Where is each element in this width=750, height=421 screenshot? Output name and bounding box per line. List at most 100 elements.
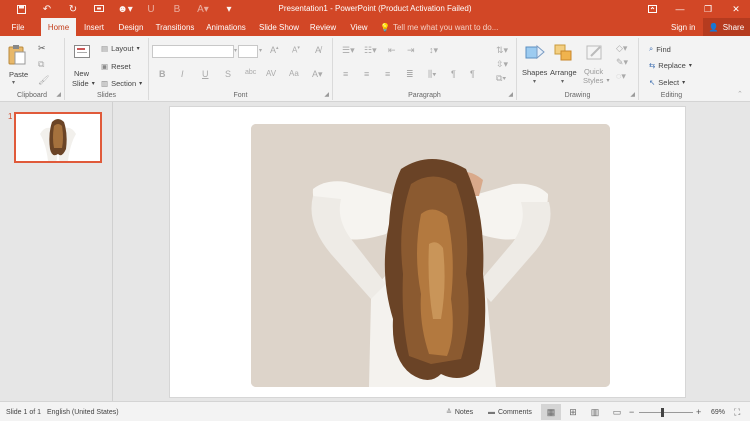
bullets-icon[interactable]: ☰▾ xyxy=(342,45,355,56)
arrange-dropdown-icon[interactable]: ▾ xyxy=(561,78,564,85)
minimize-icon[interactable]: — xyxy=(666,0,694,18)
comments-button[interactable]: ▬ Comments xyxy=(488,402,532,421)
tab-slide-show[interactable]: Slide Show xyxy=(257,18,301,36)
normal-view-icon[interactable]: ▦ xyxy=(541,404,561,420)
shapes-dropdown-icon[interactable]: ▾ xyxy=(533,78,536,85)
numbering-icon[interactable]: ☷▾ xyxy=(364,45,377,56)
find-button[interactable]: ⌕ Find xyxy=(649,44,671,54)
zoom-slider-thumb[interactable] xyxy=(660,408,664,417)
zoom-level[interactable]: 69% xyxy=(711,402,725,421)
slide-canvas[interactable] xyxy=(170,107,685,397)
increase-font-size-icon[interactable]: A▴ xyxy=(270,45,279,55)
shape-fill-icon[interactable]: ◇▾ xyxy=(616,43,627,54)
new-slide-icon[interactable] xyxy=(74,43,92,66)
sign-in-link[interactable]: Sign in xyxy=(671,18,695,36)
slide-thumbnail[interactable] xyxy=(14,112,102,163)
slide-photo[interactable] xyxy=(251,124,610,387)
slides-label: Slides xyxy=(96,92,117,99)
reset-button[interactable]: ▣ Reset xyxy=(101,62,131,71)
tab-animations[interactable]: Animations xyxy=(203,18,249,36)
justify-icon[interactable]: ≣ xyxy=(406,69,414,80)
drawing-launcher-icon[interactable]: ◢ xyxy=(630,91,635,98)
columns-icon[interactable]: ⫼▾ xyxy=(428,69,437,80)
slide-sorter-icon[interactable]: ⊞ xyxy=(563,404,583,420)
tab-view[interactable]: View xyxy=(346,18,372,36)
shapes-icon[interactable] xyxy=(525,43,545,68)
tab-design[interactable]: Design xyxy=(116,18,146,36)
copy-icon[interactable]: ⧉ xyxy=(38,59,44,70)
bold-button-icon[interactable]: B xyxy=(159,69,166,79)
language-indicator[interactable]: English (United States) xyxy=(47,402,119,421)
restore-icon[interactable]: ❐ xyxy=(694,0,722,18)
select-button[interactable]: ↖ Select ▾ xyxy=(649,78,685,87)
fit-slide-icon[interactable]: ⛶ xyxy=(734,402,740,421)
align-right-icon[interactable]: ≡ xyxy=(385,69,390,79)
tell-me-text: Tell me what you want to do... xyxy=(392,22,499,32)
quick-styles-line-1[interactable]: Quick xyxy=(584,67,603,76)
decrease-indent-icon[interactable]: ⇤ xyxy=(388,45,396,56)
align-text-icon[interactable]: ⇳▾ xyxy=(496,59,508,70)
text-shadow-icon[interactable]: S xyxy=(225,69,231,79)
font-launcher-icon[interactable]: ◢ xyxy=(324,91,329,98)
zoom-in-icon[interactable]: + xyxy=(696,402,701,421)
zoom-slider[interactable] xyxy=(639,412,693,413)
tab-insert[interactable]: Insert xyxy=(79,18,109,36)
tab-home[interactable]: Home xyxy=(41,18,76,36)
zoom-out-icon[interactable]: − xyxy=(629,402,634,421)
font-size-box[interactable] xyxy=(238,45,258,58)
vertical-scrollbar[interactable] xyxy=(740,102,750,401)
tab-file[interactable]: File xyxy=(6,18,30,36)
format-painter-icon[interactable]: 🖌 xyxy=(38,75,49,86)
font-name-dropdown-icon[interactable]: ▾ xyxy=(234,47,237,54)
change-case-icon[interactable]: Aa xyxy=(289,69,299,78)
font-name-box[interactable] xyxy=(152,45,234,58)
slide-show-icon[interactable]: ▭ xyxy=(607,404,627,420)
notes-button[interactable]: ≙ Notes xyxy=(446,402,473,421)
text-direction-icon[interactable]: ⇅▾ xyxy=(496,45,508,56)
decrease-font-size-icon[interactable]: A▾ xyxy=(292,45,300,55)
paragraph-launcher-icon[interactable]: ◢ xyxy=(508,91,513,98)
paste-icon[interactable] xyxy=(8,44,26,71)
line-spacing-icon[interactable]: ↕▾ xyxy=(429,45,438,56)
shape-outline-icon[interactable]: ✎▾ xyxy=(616,57,628,68)
cut-icon[interactable]: ✂ xyxy=(38,43,46,54)
clipboard-launcher-icon[interactable]: ◢ xyxy=(56,91,61,98)
tab-transitions[interactable]: Transitions xyxy=(153,18,197,36)
text-direction-ltr-icon[interactable]: ¶ xyxy=(451,69,456,79)
tab-review[interactable]: Review xyxy=(308,18,338,36)
align-left-icon[interactable]: ≡ xyxy=(343,69,348,79)
section-button[interactable]: ▥ Section ▾ xyxy=(101,79,142,88)
tell-me-search[interactable]: 💡 Tell me what you want to do... xyxy=(380,18,498,36)
collapse-ribbon-icon[interactable]: ⌃ xyxy=(737,90,743,98)
close-icon[interactable]: ✕ xyxy=(722,0,750,18)
increase-indent-icon[interactable]: ⇥ xyxy=(407,45,415,56)
notes-icon: ≙ xyxy=(446,409,452,416)
quick-styles-icon[interactable] xyxy=(585,43,605,68)
italic-icon[interactable]: I xyxy=(181,69,184,79)
shape-effects-icon[interactable]: ◌▾ xyxy=(616,71,626,82)
new-slide-button[interactable]: Slide ▾ xyxy=(72,79,95,88)
font-size-dropdown-icon[interactable]: ▾ xyxy=(259,47,262,54)
underline-button-icon[interactable]: U xyxy=(202,69,209,79)
smartart-icon[interactable]: ⧉▾ xyxy=(496,73,506,84)
arrange-button[interactable]: Arrange xyxy=(550,68,577,77)
quick-styles-button[interactable]: Styles ▾ xyxy=(583,76,609,85)
paste-button[interactable]: Paste xyxy=(9,70,28,79)
align-center-icon[interactable]: ≡ xyxy=(364,69,369,79)
paste-dropdown-icon[interactable]: ▾ xyxy=(12,79,15,86)
ribbon-display-options-icon[interactable] xyxy=(638,0,666,18)
arrange-icon[interactable] xyxy=(554,43,574,68)
share-button[interactable]: 👤 Share xyxy=(703,18,750,36)
strikethrough-icon[interactable]: abc xyxy=(245,69,256,76)
reading-view-icon[interactable]: ▥ xyxy=(585,404,605,420)
shapes-button[interactable]: Shapes xyxy=(522,68,547,77)
character-spacing-icon[interactable]: AV xyxy=(266,69,276,78)
clear-formatting-icon[interactable]: A̸ xyxy=(315,45,321,55)
replace-icon: ⇆ xyxy=(649,61,656,70)
new-slide-line-1[interactable]: New xyxy=(74,69,89,78)
text-direction-rtl-icon[interactable]: ¶ xyxy=(470,69,475,79)
lightbulb-icon: 💡 xyxy=(380,22,390,32)
font-color-button-icon[interactable]: A▾ xyxy=(312,69,323,80)
layout-button[interactable]: ▤ Layout ▾ xyxy=(101,44,140,53)
replace-button[interactable]: ⇆ Replace ▾ xyxy=(649,61,692,70)
